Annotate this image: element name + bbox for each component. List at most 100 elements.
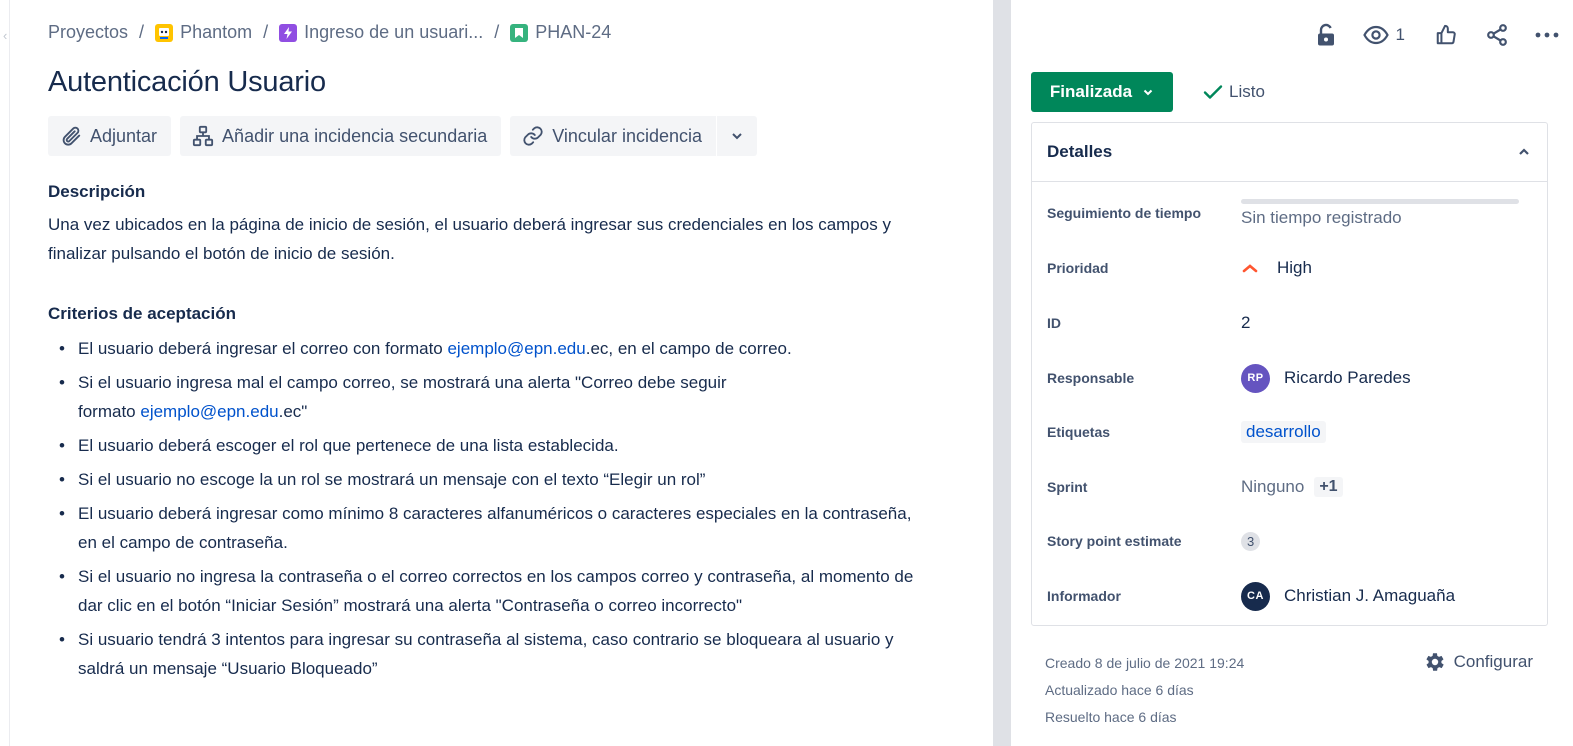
hierarchy-icon xyxy=(192,125,214,147)
issue-top-actions: 1 xyxy=(1293,20,1559,50)
paperclip-icon xyxy=(62,126,81,146)
list-item: El usuario deberá ingresar el correo con… xyxy=(48,334,948,363)
more-actions-button[interactable] xyxy=(1535,20,1559,50)
field-value[interactable]: High xyxy=(1241,258,1312,278)
field-label: Etiquetas xyxy=(1047,424,1111,440)
list-item: Si el usuario no escoge la un rol se mos… xyxy=(48,465,948,494)
criteria-text: El usuario deberá ingresar el correo con… xyxy=(78,339,448,358)
acceptance-criteria-heading: Criterios de aceptación xyxy=(48,304,237,323)
details-heading: Detalles xyxy=(1047,142,1113,161)
breadcrumb-project[interactable]: Phantom xyxy=(155,22,252,43)
share-button[interactable] xyxy=(1485,20,1509,50)
assignee-name: Ricardo Paredes xyxy=(1284,368,1411,387)
watchers-button[interactable]: 1 xyxy=(1362,20,1405,50)
status-label: Finalizada xyxy=(1049,82,1133,101)
field-value[interactable]: 3 xyxy=(1241,531,1261,551)
attach-label: Adjuntar xyxy=(90,125,158,146)
field-story-points[interactable]: Story point estimate 3 xyxy=(1047,521,1537,561)
restrictions-button[interactable] xyxy=(1315,20,1337,50)
field-labels[interactable]: Etiquetas desarrollo xyxy=(1047,412,1537,452)
breadcrumb-projects[interactable]: Proyectos xyxy=(48,22,128,43)
list-item: El usuario deberá ingresar como mínimo 8… xyxy=(48,499,928,557)
ellipsis-icon xyxy=(1535,32,1559,38)
breadcrumb-issue-key[interactable]: PHAN-24 xyxy=(510,22,611,43)
issue-dates: Creado 8 de julio de 2021 19:24 Actualiz… xyxy=(1045,650,1244,731)
story-points-badge: 3 xyxy=(1241,531,1261,551)
field-label: ID xyxy=(1047,315,1061,331)
breadcrumb: Proyectos / Phantom / Ingreso de un usua… xyxy=(48,22,611,43)
details-header[interactable]: Detalles xyxy=(1032,123,1547,182)
field-reporter[interactable]: Informador CA Christian J. Amaguaña xyxy=(1047,576,1537,616)
configure-label: Configurar xyxy=(1453,652,1533,671)
chevron-left-icon[interactable]: ‹ xyxy=(3,28,7,43)
unlock-icon xyxy=(1317,23,1334,46)
chevron-down-icon xyxy=(732,133,742,140)
description-heading: Descripción xyxy=(48,182,146,201)
issue-main-column: Proyectos / Phantom / Ingreso de un usua… xyxy=(48,0,978,746)
created-date: Creado 8 de julio de 2021 19:24 xyxy=(1045,655,1245,671)
list-item: Si usuario tendrá 3 intentos para ingres… xyxy=(48,625,918,683)
priority-label: High xyxy=(1277,258,1312,277)
field-id[interactable]: ID 2 xyxy=(1047,303,1537,343)
chevron-down-icon xyxy=(1143,89,1153,96)
field-label: Informador xyxy=(1047,588,1121,604)
avatar: RP xyxy=(1241,363,1270,393)
vote-button[interactable] xyxy=(1435,20,1457,50)
breadcrumb-epic[interactable]: Ingreso de un usuari... xyxy=(279,22,483,43)
criteria-text: Si el usuario no escoge la un rol se mos… xyxy=(78,470,706,489)
more-actions-dropdown[interactable] xyxy=(717,116,757,156)
field-value[interactable]: 2 xyxy=(1241,313,1250,333)
resolved-date: Resuelto hace 6 días xyxy=(1045,709,1177,725)
field-time-tracking[interactable]: Seguimiento de tiempo Sin tiempo registr… xyxy=(1047,193,1537,233)
field-sprint[interactable]: Sprint Ninguno +1 xyxy=(1047,467,1537,507)
breadcrumb-label[interactable]: PHAN-24 xyxy=(535,22,611,43)
criteria-text: formato xyxy=(78,402,141,421)
field-label: Seguimiento de tiempo xyxy=(1047,205,1202,221)
link-issue-group: Vincular incidencia xyxy=(510,116,757,156)
criteria-text: Si el usuario ingresa mal el campo corre… xyxy=(78,373,727,392)
details-panel: Detalles Seguimiento de tiempo Sin tiemp… xyxy=(1031,122,1548,626)
field-value[interactable]: desarrollo xyxy=(1241,421,1326,443)
field-value[interactable]: CA Christian J. Amaguaña xyxy=(1241,581,1455,611)
criteria-text: El usuario deberá ingresar como mínimo 8… xyxy=(78,504,912,552)
breadcrumb-label[interactable]: Ingreso de un usuari... xyxy=(304,22,483,43)
description-text[interactable]: Una vez ubicados en la página de inicio … xyxy=(48,210,928,268)
list-item: El usuario deberá escoger el rol que per… xyxy=(48,431,948,460)
criteria-text: El usuario deberá escoger el rol que per… xyxy=(78,436,619,455)
field-label: Responsable xyxy=(1047,370,1135,386)
sidebar-collapsed-strip[interactable]: ‹ xyxy=(0,0,10,746)
breadcrumb-label[interactable]: Proyectos xyxy=(48,22,128,43)
field-label: Story point estimate xyxy=(1047,533,1182,549)
share-icon xyxy=(1487,24,1507,46)
eye-icon xyxy=(1362,25,1389,45)
add-child-issue-label: Añadir una incidencia secundaria xyxy=(222,125,488,146)
acceptance-criteria-list: El usuario deberá ingresar el correo con… xyxy=(48,334,948,688)
configure-button[interactable]: Configurar xyxy=(1422,650,1533,674)
email-link[interactable]: ejemplo@epn.edu xyxy=(447,339,585,358)
watchers-count: 1 xyxy=(1395,25,1405,44)
resolution-label: Listo xyxy=(1229,82,1265,101)
email-link[interactable]: ejemplo@epn.edu xyxy=(140,402,278,421)
project-avatar-icon xyxy=(155,23,174,42)
field-label: Prioridad xyxy=(1047,260,1109,276)
status-transition-button[interactable]: Finalizada xyxy=(1031,72,1173,112)
list-item: Si el usuario no ingresa la contraseña o… xyxy=(48,562,928,620)
breadcrumb-label[interactable]: Phantom xyxy=(180,22,252,43)
sprint-more-badge[interactable]: +1 xyxy=(1314,477,1343,497)
issue-toolbar: Adjuntar Añadir una incidencia secundari… xyxy=(48,116,757,156)
field-label: Sprint xyxy=(1047,479,1088,495)
story-icon xyxy=(510,23,529,42)
label-tag[interactable]: desarrollo xyxy=(1241,421,1326,443)
field-value[interactable]: RP Ricardo Paredes xyxy=(1241,363,1411,393)
field-priority[interactable]: Prioridad High xyxy=(1047,248,1537,288)
link-issue-button[interactable]: Vincular incidencia xyxy=(510,116,716,156)
attach-button[interactable]: Adjuntar xyxy=(48,116,172,156)
field-value[interactable]: Sin tiempo registrado xyxy=(1241,208,1402,228)
field-value[interactable]: Ninguno +1 xyxy=(1241,477,1343,497)
criteria-text: Si el usuario no ingresa la contraseña o… xyxy=(78,567,914,615)
chevron-up-icon[interactable] xyxy=(1517,145,1531,159)
panel-resize-handle[interactable] xyxy=(993,0,1011,746)
field-assignee[interactable]: Responsable RP Ricardo Paredes xyxy=(1047,358,1537,398)
add-child-issue-button[interactable]: Añadir una incidencia secundaria xyxy=(180,116,502,156)
issue-title[interactable]: Autenticación Usuario xyxy=(48,66,326,99)
